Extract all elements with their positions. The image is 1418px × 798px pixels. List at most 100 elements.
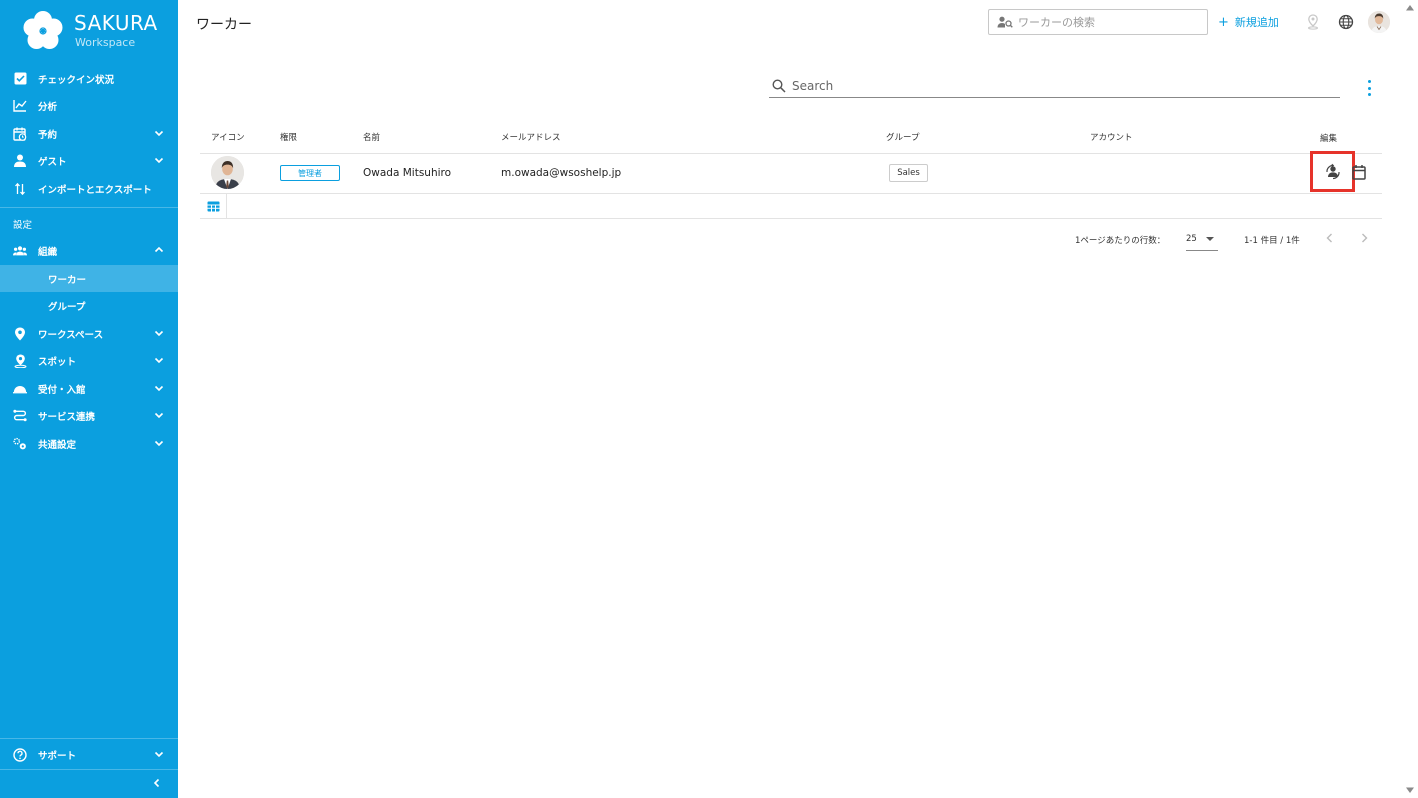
sakura-logo-icon: [23, 11, 63, 49]
sidebar-item-support[interactable]: サポート: [0, 741, 178, 768]
scroll-up-icon[interactable]: [1404, 2, 1416, 14]
column-header-icon: アイコン: [211, 133, 245, 143]
search-icon: [772, 79, 786, 93]
chevron-down-icon: [154, 751, 164, 758]
sidebar-item-label: グループ: [48, 301, 86, 313]
calendar-clock-icon: [13, 127, 27, 141]
checkbox-icon: [13, 72, 27, 86]
worker-avatar: [211, 156, 244, 189]
person-search-icon: [997, 16, 1013, 28]
sidebar-item-spots[interactable]: スポット: [0, 347, 178, 374]
sidebar-item-analytics[interactable]: 分析: [0, 92, 178, 119]
brand-title: SAKURA: [74, 11, 158, 35]
sidebar-item-reservations[interactable]: 予約: [0, 120, 178, 147]
plus-icon: +: [1218, 15, 1229, 30]
dropdown-caret-icon: [1206, 237, 1214, 241]
column-header-email: メールアドレス: [501, 133, 561, 143]
sidebar-item-label: サービス連携: [38, 411, 96, 423]
sidebar-item-label: 共通設定: [38, 439, 77, 451]
sidebar-item-label: 予約: [38, 129, 58, 141]
column-header-group: グループ: [886, 133, 920, 143]
group-chip: Sales: [889, 164, 928, 182]
more-options-icon[interactable]: [1362, 80, 1376, 96]
brand-logo[interactable]: SAKURA Workspace: [0, 0, 178, 62]
sidebar-item-reception[interactable]: 受付・入館: [0, 375, 178, 402]
column-header-name: 名前: [363, 133, 381, 143]
previous-page-icon[interactable]: [1323, 231, 1337, 245]
sidebar-item-organization[interactable]: 組織: [0, 237, 178, 264]
page-title: ワーカー: [196, 17, 252, 33]
sidebar-item-label: 組織: [38, 246, 58, 258]
next-page-icon[interactable]: [1357, 231, 1371, 245]
table-search-input[interactable]: [792, 79, 1292, 93]
import-export-icon: [13, 182, 27, 196]
people-icon: [13, 244, 27, 258]
sidebar-item-label: ゲスト: [38, 156, 67, 168]
chevron-down-icon: [154, 330, 164, 337]
sidebar-subitem-workers[interactable]: ワーカー: [0, 265, 178, 292]
sidebar-item-label: チェックイン状況: [38, 74, 115, 86]
worker-search-field[interactable]: [988, 9, 1208, 35]
sidebar-item-service-integration[interactable]: サービス連携: [0, 402, 178, 429]
table-search-field[interactable]: [769, 75, 1340, 98]
collapse-sidebar-icon[interactable]: [151, 777, 163, 789]
pagination-range: 1-1 件目 / 1件: [1244, 236, 1300, 246]
guest-icon: [13, 154, 27, 168]
chevron-down-icon: [154, 440, 164, 447]
sidebar-item-label: サポート: [38, 750, 77, 762]
worker-name: Owada Mitsuhiro: [363, 167, 452, 179]
sidebar-divider: [0, 738, 178, 739]
sidebar-item-label: ワークスペース: [38, 329, 104, 341]
sidebar-divider: [0, 207, 178, 208]
table-divider: [200, 193, 1382, 194]
chevron-down-icon: [154, 130, 164, 137]
sidebar-item-label: 受付・入館: [38, 384, 86, 396]
help-icon: [13, 747, 27, 762]
sidebar-item-label: スポット: [38, 356, 77, 368]
chevron-down-icon: [154, 412, 164, 419]
sidebar-item-import-export[interactable]: インポートとエクスポート: [0, 175, 178, 202]
role-badge: 管理者: [280, 165, 340, 181]
sidebar-divider: [0, 769, 178, 770]
edit-worker-icon[interactable]: [1324, 163, 1342, 181]
sidebar-item-label: インポートとエクスポート: [38, 184, 152, 196]
table-divider: [200, 153, 1382, 154]
column-header-edit: 編集: [1320, 134, 1338, 144]
integration-icon: [13, 409, 27, 423]
add-new-button[interactable]: + 新規追加: [1218, 14, 1279, 30]
sidebar-item-label: 分析: [38, 101, 58, 113]
sidebar-item-checkin-status[interactable]: チェックイン状況: [0, 65, 178, 92]
chevron-up-icon: [154, 246, 164, 253]
table-view-icon[interactable]: [200, 194, 227, 218]
chevron-down-icon: [154, 385, 164, 392]
highlighted-edit-action: [1310, 151, 1355, 192]
globe-icon[interactable]: [1336, 12, 1356, 32]
sidebar: SAKURA Workspace チェックイン状況 分析 予約 ゲスト インポー…: [0, 0, 178, 798]
add-new-label: 新規追加: [1234, 16, 1279, 29]
column-header-role: 権限: [280, 133, 298, 143]
scroll-down-icon[interactable]: [1404, 784, 1416, 796]
rows-per-page-label: 1ページあたりの行数：: [1075, 236, 1166, 246]
sidebar-item-label: ワーカー: [48, 274, 87, 286]
worker-email: m.owada@wsoshelp.jp: [501, 167, 622, 179]
settings-section-label: 設定: [13, 220, 33, 231]
rows-per-page-select[interactable]: 25: [1186, 231, 1218, 251]
column-header-account: アカウント: [1090, 133, 1133, 143]
location-icon[interactable]: [1303, 12, 1323, 32]
table-divider: [200, 218, 1382, 219]
common-settings-icon: [13, 437, 27, 451]
spot-icon: [13, 354, 27, 368]
chevron-down-icon: [154, 357, 164, 364]
location-pin-icon: [13, 327, 27, 341]
sidebar-subitem-groups[interactable]: グループ: [0, 292, 178, 319]
sidebar-item-workspace[interactable]: ワークスペース: [0, 320, 178, 347]
analytics-icon: [13, 99, 27, 113]
calendar-icon[interactable]: [1352, 164, 1366, 180]
sidebar-item-guests[interactable]: ゲスト: [0, 147, 178, 174]
reception-icon: [13, 382, 27, 396]
sidebar-item-common-settings[interactable]: 共通設定: [0, 430, 178, 457]
user-avatar[interactable]: [1368, 11, 1390, 33]
worker-search-input[interactable]: [1018, 15, 1198, 29]
brand-subtitle: Workspace: [75, 36, 136, 49]
rows-per-page-value: 25: [1186, 234, 1197, 244]
